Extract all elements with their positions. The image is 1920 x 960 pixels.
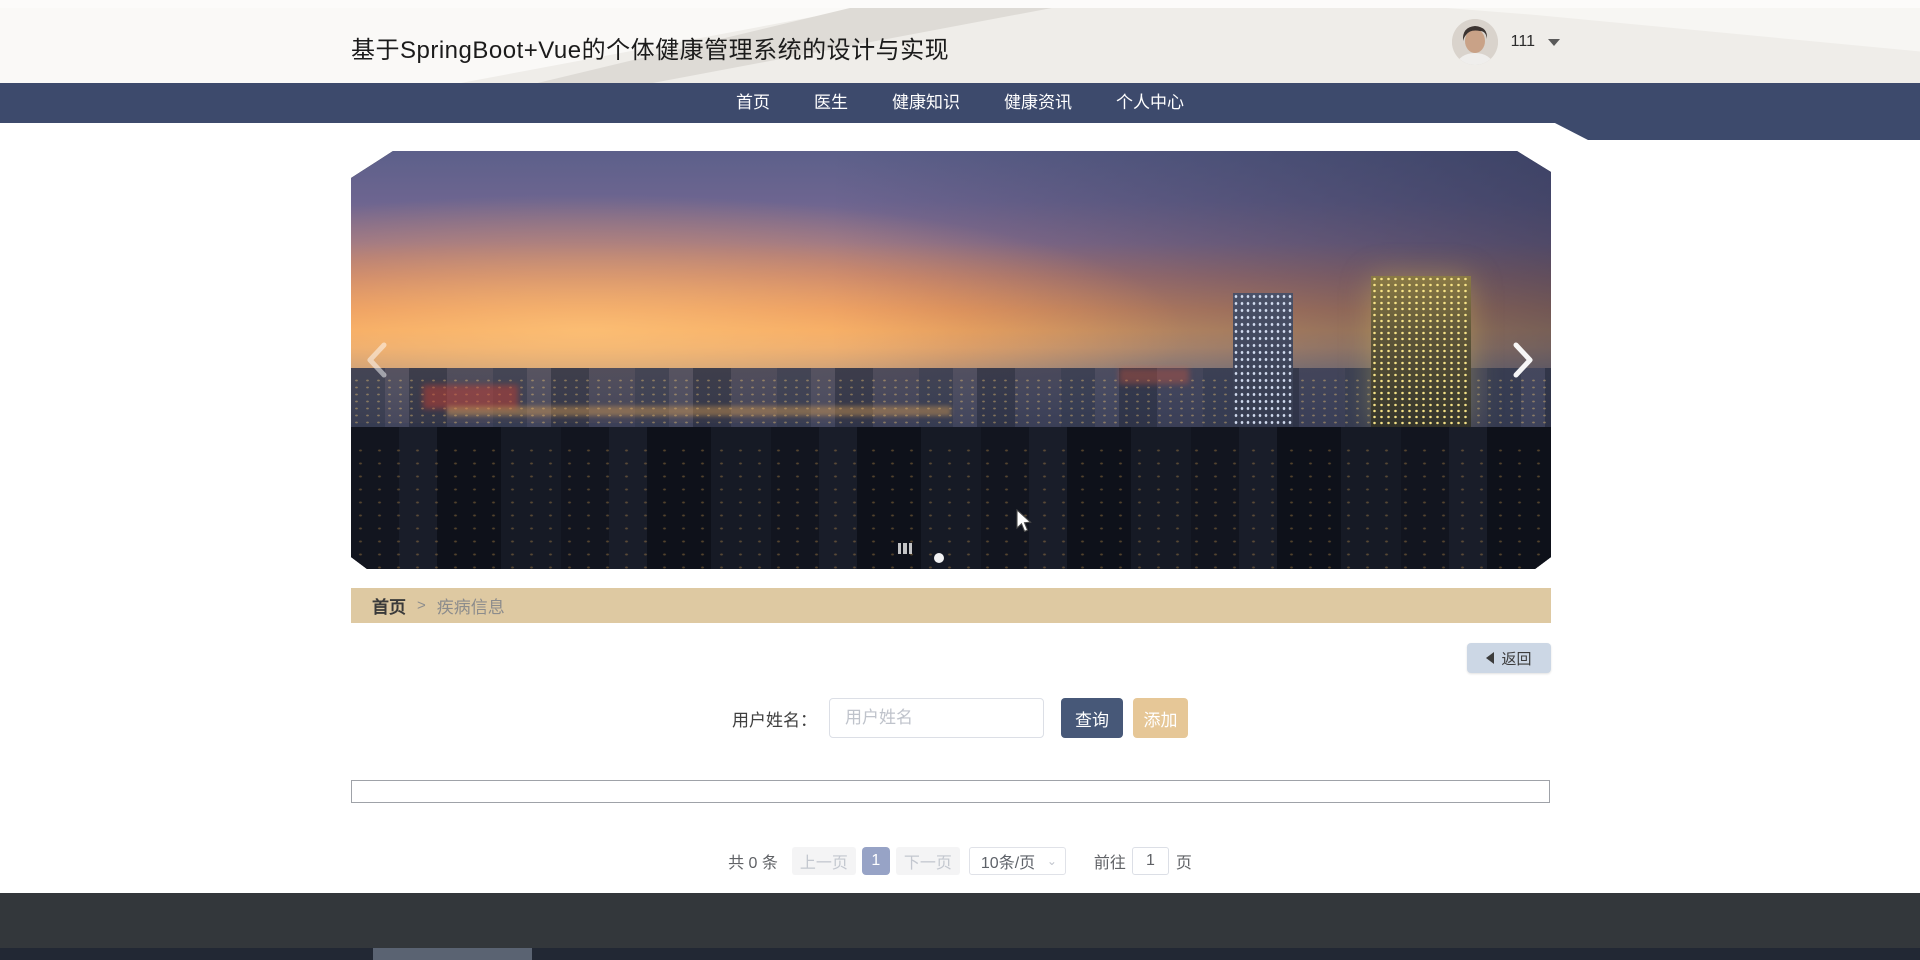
carousel-image-red-sign — [1119, 368, 1189, 384]
chevron-down-icon[interactable] — [1548, 39, 1560, 46]
nav-item-health-knowledge[interactable]: 健康知识 — [882, 83, 970, 123]
carousel — [351, 151, 1551, 569]
mouse-cursor-icon — [1016, 509, 1033, 538]
header: 基于SpringBoot+Vue的个体健康管理系统的设计与实现 111 — [0, 0, 1920, 83]
carousel-next-arrow-icon[interactable] — [1511, 340, 1535, 380]
carousel-image-light-strip — [447, 406, 951, 416]
username-input[interactable] — [829, 698, 1044, 738]
page-size-value: 10条/页 — [980, 854, 1036, 872]
breadcrumb-home-link[interactable]: 首页 — [372, 593, 406, 618]
page-number-active[interactable]: 1 — [861, 846, 890, 875]
page: 基于SpringBoot+Vue的个体健康管理系统的设计与实现 111 首页 医… — [0, 0, 1920, 960]
header-decor-strip — [0, 0, 1920, 8]
user-menu[interactable]: 111 — [1451, 0, 1560, 83]
breadcrumb-separator: > — [417, 597, 426, 614]
carousel-indicator-dot[interactable] — [934, 553, 944, 563]
add-button[interactable]: 添加 — [1133, 698, 1188, 738]
nav-item-personal-center[interactable]: 个人中心 — [1106, 83, 1194, 123]
back-button[interactable]: 返回 — [1467, 643, 1551, 673]
nav-item-doctor[interactable]: 医生 — [804, 83, 858, 123]
nav-item-home[interactable]: 首页 — [726, 83, 780, 123]
page-title: 基于SpringBoot+Vue的个体健康管理系统的设计与实现 — [351, 37, 950, 64]
page-size-select[interactable]: 10条/页 ⌄ — [968, 846, 1066, 875]
footer — [0, 893, 1920, 948]
username-field-label: 用户姓名： — [732, 710, 817, 730]
carousel-image-tower — [1371, 276, 1471, 426]
back-button-label: 返回 — [1501, 650, 1532, 668]
pagination: 共 0 条 上一页 1 下一页 10条/页 ⌄ 前往 页 — [0, 846, 1920, 875]
select-caret-icon: ⌄ — [1046, 853, 1057, 868]
back-arrow-icon — [1486, 652, 1495, 664]
avatar[interactable] — [1451, 18, 1498, 65]
pagination-total: 共 0 条 — [728, 854, 778, 872]
nav-item-health-news[interactable]: 健康资讯 — [994, 83, 1082, 123]
query-button[interactable]: 查询 — [1061, 698, 1123, 738]
next-page-button[interactable]: 下一页 — [895, 846, 960, 875]
carousel-image-citylights-front — [351, 444, 1551, 569]
carousel-prev-arrow-icon[interactable] — [365, 340, 389, 380]
breadcrumb: 首页 > 疾病信息 — [351, 588, 1551, 623]
goto-page-input[interactable] — [1131, 846, 1169, 875]
nav-decor-right — [1553, 122, 1920, 140]
prev-page-button[interactable]: 上一页 — [791, 846, 856, 875]
main-nav: 首页 医生 健康知识 健康资讯 个人中心 — [0, 83, 1920, 123]
breadcrumb-current: 疾病信息 — [436, 598, 505, 617]
goto-label: 前往 — [1093, 854, 1126, 872]
horizontal-scrollbar[interactable] — [0, 948, 1920, 960]
username[interactable]: 111 — [1511, 33, 1535, 51]
goto-unit-label: 页 — [1175, 854, 1192, 872]
search-form: 用户姓名： 查询 添加 — [0, 698, 1920, 738]
empty-table — [351, 780, 1550, 803]
scrollbar-thumb[interactable] — [373, 948, 532, 960]
image-watermark-icon — [898, 543, 914, 554]
carousel-image-tower — [1233, 293, 1293, 427]
